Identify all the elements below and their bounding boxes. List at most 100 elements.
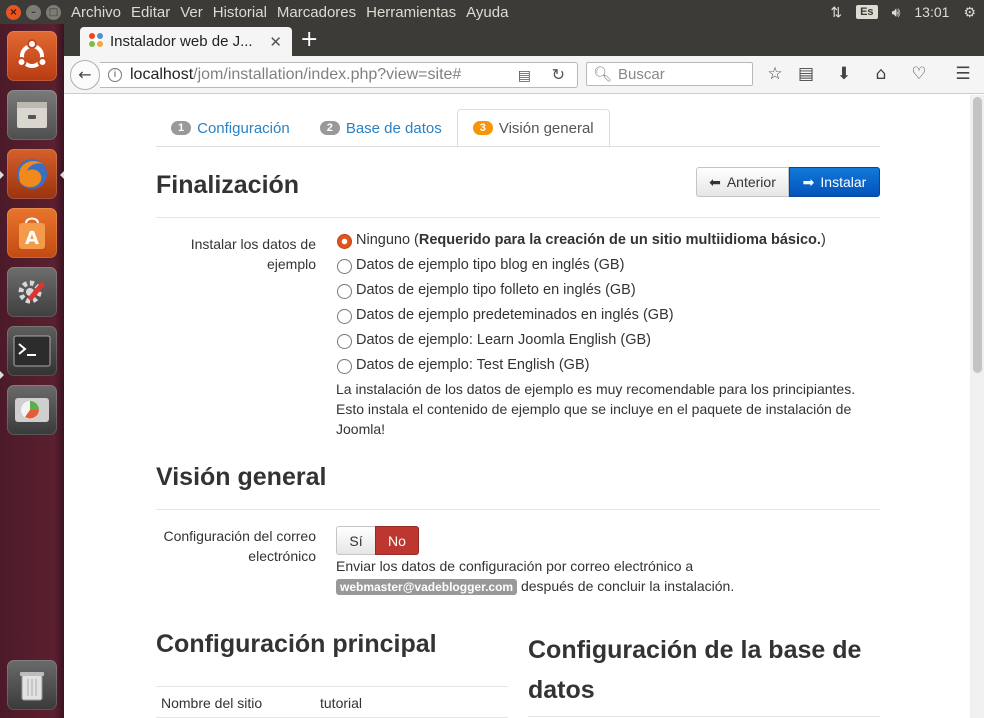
sample-option-none[interactable]: Ninguno (Requerido para la creación de u…	[337, 231, 826, 249]
step-number: 2	[319, 121, 340, 135]
radio-selected-icon[interactable]	[337, 234, 352, 249]
section-divider	[156, 217, 880, 218]
section-divider	[156, 509, 880, 510]
site-name-value: tutorial	[320, 695, 363, 711]
previous-label: Anterior	[726, 174, 776, 190]
email-yes-button[interactable]: Sí	[336, 526, 375, 555]
installer-steps-nav: 1 Configuración 2 Base de datos 3 Visión…	[156, 109, 610, 147]
unity-launcher: A	[0, 24, 64, 718]
sample-option-label: Datos de ejemplo predeteminados en inglé…	[356, 307, 674, 323]
tab-configuracion[interactable]: 1 Configuración	[156, 109, 305, 147]
sample-option-label: Datos de ejemplo: Test English (GB)	[356, 357, 590, 373]
trash-icon[interactable]	[7, 660, 57, 710]
sample-option-default[interactable]: Datos de ejemplo predeteminados en inglé…	[337, 306, 674, 324]
terminal-icon[interactable]	[7, 326, 57, 376]
tab-vision-general[interactable]: 3 Visión general	[456, 109, 610, 147]
search-bar[interactable]: 🔍︎ Buscar	[586, 62, 753, 86]
sample-data-help: La instalación de los datos de ejemplo e…	[336, 381, 856, 437]
step-label: Visión general	[498, 119, 594, 137]
menu-editar[interactable]: Editar	[126, 4, 175, 21]
running-indicator	[0, 171, 4, 179]
menu-ver[interactable]: Ver	[175, 4, 208, 21]
email-no-button[interactable]: No	[375, 526, 419, 555]
email-address-badge: webmaster@vadeblogger.com	[336, 579, 518, 595]
step-number: 1	[171, 121, 192, 135]
email-config-toggle[interactable]: Sí No	[336, 526, 419, 555]
clock[interactable]: 13:01	[914, 4, 949, 20]
firefox-icon[interactable]	[7, 149, 57, 199]
tab-title: Instalador web de J...	[110, 33, 253, 50]
site-info-icon[interactable]: i	[108, 68, 122, 82]
menu-archivo[interactable]: Archivo	[66, 4, 126, 21]
reader-view-icon[interactable]: ▤	[518, 67, 531, 84]
menu-marcadores[interactable]: Marcadores	[272, 4, 361, 21]
home-icon[interactable]: ⌂	[870, 64, 892, 84]
option-emphasis: Requerido para la creación de un sitio m…	[418, 232, 821, 248]
tab-base-de-datos[interactable]: 2 Base de datos	[305, 109, 457, 147]
radio-icon[interactable]	[337, 334, 352, 349]
bookmarks-list-icon[interactable]: ▤	[795, 64, 817, 84]
volume-icon[interactable]: 🔊︎	[892, 4, 901, 21]
sample-option-brochure[interactable]: Datos de ejemplo tipo folleto en inglés …	[337, 281, 636, 299]
network-transfer-icon[interactable]: ⇅	[830, 4, 842, 21]
main-config-title: Configuración principal	[156, 630, 437, 658]
sample-option-test[interactable]: Datos de ejemplo: Test English (GB)	[337, 356, 589, 374]
new-tab-button[interactable]: +	[300, 28, 318, 52]
menu-historial[interactable]: Historial	[208, 4, 272, 21]
sample-option-label: Datos de ejemplo: Learn Joomla English (…	[356, 332, 651, 348]
bookmark-star-icon[interactable]: ☆	[764, 64, 786, 84]
sample-option-learn[interactable]: Datos de ejemplo: Learn Joomla English (…	[337, 331, 651, 349]
sample-option-blog[interactable]: Datos de ejemplo tipo blog en inglés (GB…	[337, 256, 624, 274]
email-help-after: después de concluir la instalación.	[520, 578, 735, 594]
ubuntu-dash-icon[interactable]	[7, 31, 57, 81]
system-indicators: ⇅ Es 🔊︎ 13:01 ⚙	[830, 0, 984, 24]
install-label: Instalar	[820, 174, 867, 190]
radio-icon[interactable]	[337, 359, 352, 374]
close-window-button[interactable]: ×	[6, 4, 21, 20]
close-tab-icon[interactable]: ✕	[269, 33, 282, 51]
joomla-favicon-icon	[88, 32, 104, 52]
files-icon[interactable]	[7, 90, 57, 140]
step-label: Configuración	[197, 119, 290, 137]
browser-tab-active[interactable]: Instalador web de J... ✕	[80, 27, 292, 56]
menu-hamburger-icon[interactable]: ☰	[952, 64, 974, 84]
scrollbar-thumb[interactable]	[973, 97, 982, 373]
sample-option-label: Datos de ejemplo tipo blog en inglés (GB…	[356, 257, 625, 273]
sample-data-label: Instalar los datos de ejemplo	[190, 236, 316, 272]
radio-icon[interactable]	[337, 284, 352, 299]
sample-option-label: Ninguno (Requerido para la creación de u…	[356, 232, 826, 248]
steps-divider	[156, 146, 880, 147]
overview-title: Visión general	[156, 463, 327, 491]
browser-navbar: i localhost/jom/installation/index.php?v…	[64, 56, 984, 94]
back-arrow-icon: ←	[78, 65, 92, 84]
system-settings-icon[interactable]	[7, 267, 57, 317]
disks-icon[interactable]	[7, 385, 57, 435]
db-table-top-border	[528, 716, 880, 717]
app-menubar: Archivo Editar Ver Historial Marcadores …	[66, 4, 513, 21]
pocket-icon[interactable]: ♡	[908, 64, 930, 84]
maximize-window-button[interactable]: □	[46, 4, 61, 20]
step-label: Base de datos	[345, 119, 442, 137]
menu-ayuda[interactable]: Ayuda	[461, 4, 513, 21]
table-top-border	[156, 686, 508, 687]
page-viewport: 1 Configuración 2 Base de datos 3 Visión…	[64, 95, 970, 718]
radio-icon[interactable]	[337, 259, 352, 274]
system-top-panel: × – □ Archivo Editar Ver Historial Marca…	[0, 0, 984, 24]
running-indicator	[0, 371, 4, 379]
menu-herramientas[interactable]: Herramientas	[361, 4, 461, 21]
sample-option-label: Datos de ejemplo tipo folleto en inglés …	[356, 282, 636, 298]
minimize-window-button[interactable]: –	[26, 4, 41, 20]
step-number: 3	[472, 121, 493, 135]
settings-gear-icon[interactable]: ⚙	[963, 4, 976, 21]
search-placeholder: Buscar	[618, 65, 665, 83]
back-button[interactable]: ←	[70, 60, 100, 90]
keyboard-layout-indicator[interactable]: Es	[856, 5, 878, 19]
install-button[interactable]: ➡ Instalar	[789, 167, 880, 197]
url-bar[interactable]: i localhost/jom/installation/index.php?v…	[100, 62, 578, 88]
previous-button[interactable]: ⬅ Anterior	[696, 167, 789, 197]
page-scrollbar[interactable]	[970, 95, 984, 718]
downloads-icon[interactable]: ⬇	[833, 64, 855, 84]
reload-icon[interactable]: ↻	[552, 65, 565, 85]
software-center-icon[interactable]: A	[7, 208, 57, 258]
radio-icon[interactable]	[337, 309, 352, 324]
